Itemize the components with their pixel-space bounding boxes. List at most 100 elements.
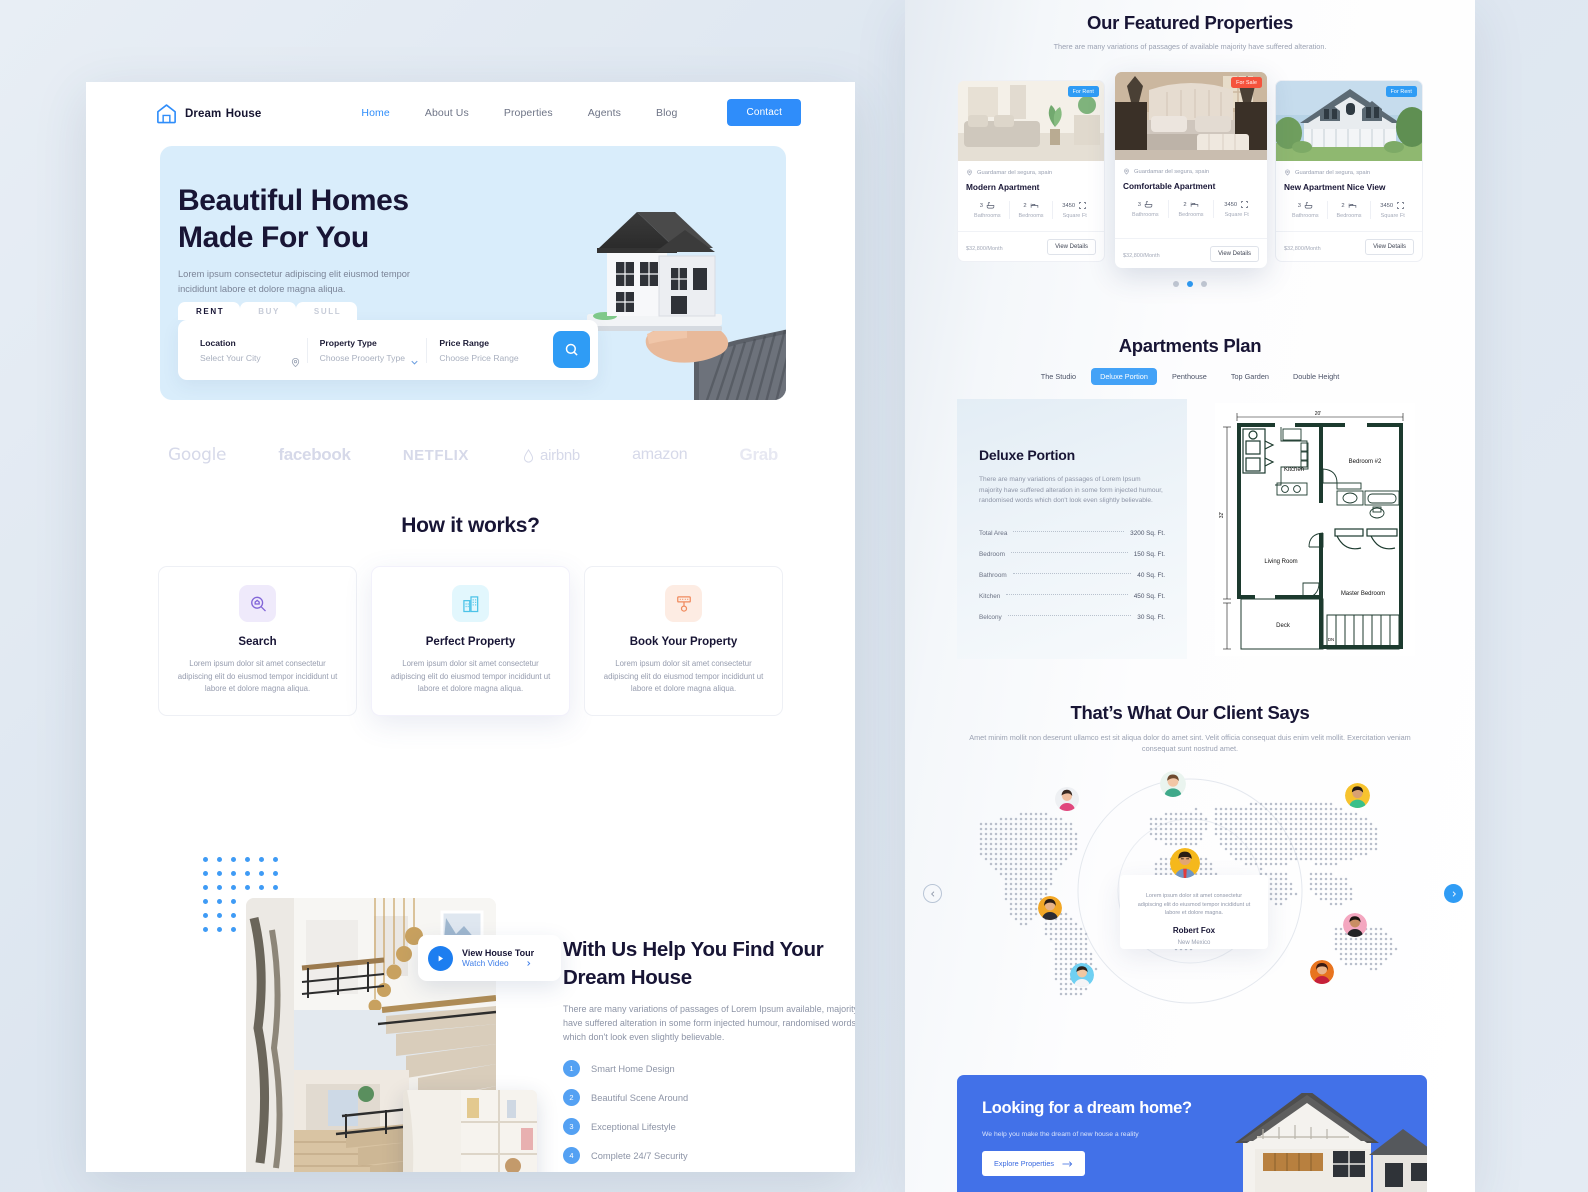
nav-item-about-us[interactable]: About Us xyxy=(425,107,469,119)
property-title: Modern Apartment xyxy=(966,182,1040,192)
find-dream-feature-list: 1 Smart Home Design 2 Beautiful Scene Ar… xyxy=(563,1054,855,1170)
testimonial-title: That’s What Our Client Says xyxy=(1070,702,1310,723)
property-type-field[interactable]: Property Type Choose Prooerty Type xyxy=(306,337,427,365)
search-tab-rent[interactable]: RENT xyxy=(178,302,241,320)
property-card-comfortable-apartment[interactable]: For Sale Guardamar del segura, spain Com… xyxy=(1115,72,1267,268)
grid-dot xyxy=(231,871,236,876)
grid-dot xyxy=(231,927,236,932)
nav-item-agents[interactable]: Agents xyxy=(588,107,621,119)
feature-number: 1 xyxy=(563,1060,580,1077)
nav-item-properties[interactable]: Properties xyxy=(504,107,553,119)
carousel-dot-2[interactable] xyxy=(1187,281,1193,287)
arrow-right-icon xyxy=(1062,1160,1073,1167)
grid-dot xyxy=(245,857,250,862)
avatar-client-5[interactable] xyxy=(1343,913,1367,937)
feature-item-smart-home-design: 1 Smart Home Design xyxy=(563,1054,855,1083)
grid-dot xyxy=(245,885,250,890)
chevron-down-icon[interactable] xyxy=(409,357,420,368)
view-house-tour-card[interactable]: View House Tour Watch Video xyxy=(418,935,561,981)
couple-with-house-model-image xyxy=(403,1090,537,1172)
map-pin-icon xyxy=(1285,169,1290,176)
plan-row-bedroom: Bedroom 150 Sq. Ft. xyxy=(979,550,1165,558)
view-details-button[interactable]: View Details xyxy=(1365,238,1414,255)
featured-subtitle: There are many variations of passages of… xyxy=(1053,42,1327,51)
testimonial-next-button[interactable] xyxy=(1444,884,1463,903)
how-card-perfect-property[interactable]: Perfect Property Lorem ipsum dolor sit a… xyxy=(371,566,570,716)
price-range-label: Price Range xyxy=(439,337,490,348)
grid-dot xyxy=(231,885,236,890)
location-field[interactable]: Location Select Your City xyxy=(188,338,307,367)
brand-grab: Grab xyxy=(739,445,779,464)
plan-tab-penthouse[interactable]: Penthouse xyxy=(1163,368,1216,385)
grid-dot xyxy=(203,885,208,890)
brand-airbnb: airbnb xyxy=(521,447,580,464)
area-icon xyxy=(1397,202,1404,209)
property-title: Comfortable Apartment xyxy=(1123,181,1216,191)
grid-dot xyxy=(217,857,222,862)
property-badge: For Sale xyxy=(1231,77,1262,88)
explore-properties-button[interactable]: Explore Properties xyxy=(982,1151,1086,1176)
explore-properties-label: Explore Properties xyxy=(994,1159,1055,1168)
floorplan-dim-top: 20' xyxy=(1315,411,1322,417)
grid-dot xyxy=(273,871,278,876)
spec-bathrooms: 3 Bathrooms xyxy=(1132,201,1159,218)
how-card-text: Lorem ipsum dolor sit amet consectetur a… xyxy=(177,659,338,693)
feature-number: 2 xyxy=(563,1089,580,1106)
grid-dot xyxy=(203,927,208,932)
property-location-label: Guardamar del segura, spain xyxy=(1295,169,1371,176)
property-type-label: Property Type xyxy=(319,337,377,348)
plan-row-kitchen: Kitchen 450 Sq. Ft. xyxy=(979,592,1165,600)
plan-tab-double-height[interactable]: Double Height xyxy=(1284,368,1348,385)
bed-icon xyxy=(1190,202,1198,207)
plan-tab-the-studio[interactable]: The Studio xyxy=(1032,368,1085,385)
carousel-dot-3[interactable] xyxy=(1201,281,1207,287)
plan-tab-deluxe-portion[interactable]: Deluxe Portion xyxy=(1091,368,1157,385)
property-card-new-apartment-nice-view[interactable]: For Rent Guardamar del segura, spain New… xyxy=(1275,80,1423,262)
feature-item-beautiful-scene-around: 2 Beautiful Scene Around xyxy=(563,1083,855,1112)
plan-panel-title: Deluxe Portion xyxy=(979,447,1075,463)
avatar-client-3[interactable] xyxy=(1345,783,1370,808)
nav-item-home[interactable]: Home xyxy=(361,107,389,119)
how-card-title: Book Your Property xyxy=(629,636,738,648)
how-it-works-title: How it works? xyxy=(401,514,540,537)
property-card-modern-apartment[interactable]: For Rent Guardamar del segura, spain Mod… xyxy=(957,80,1105,262)
avatar-client-6[interactable] xyxy=(1070,963,1094,987)
brand-amazon: amazon xyxy=(632,446,688,463)
hero-title: Beautiful Homes Made For You xyxy=(178,184,409,254)
how-card-title: Perfect Property xyxy=(425,636,516,648)
avatar-client-7[interactable] xyxy=(1310,960,1334,984)
avatar-client-1[interactable] xyxy=(1055,787,1079,811)
testimonial-prev-button[interactable] xyxy=(923,884,942,903)
plan-tabs: The Studio Deluxe Portion Penthouse Top … xyxy=(905,368,1475,385)
how-card-text: Lorem ipsum dolor sit amet consectetur a… xyxy=(390,659,551,693)
avatar-client-2[interactable] xyxy=(1160,771,1186,797)
plan-tab-top-garden[interactable]: Top Garden xyxy=(1222,368,1278,385)
watch-video-link[interactable]: Watch Video xyxy=(462,958,534,968)
price-range-field[interactable]: Price Range Choose Price Range xyxy=(426,337,546,363)
floorplan-label-master: Master Bedroom xyxy=(1341,591,1385,597)
search-tabs: RENT BUY SULL xyxy=(178,302,358,320)
play-icon[interactable] xyxy=(428,945,453,971)
tour-card-title: View House Tour xyxy=(462,948,535,958)
floorplan-label-deck: Deck xyxy=(1276,623,1291,629)
search-icon xyxy=(565,343,578,356)
logo[interactable]: Dream House xyxy=(155,102,261,125)
how-card-book-your-property[interactable]: Book Your Property Lorem ipsum dolor sit… xyxy=(584,566,783,716)
search-tab-buy[interactable]: BUY xyxy=(240,302,296,320)
carousel-dots xyxy=(905,281,1475,287)
nav-links: Home About Us Properties Agents Blog xyxy=(361,107,677,119)
how-card-search[interactable]: Search Lorem ipsum dolor sit amet consec… xyxy=(158,566,357,716)
view-details-button[interactable]: View Details xyxy=(1047,238,1096,255)
search-home-icon xyxy=(239,585,276,622)
view-details-button[interactable]: View Details xyxy=(1210,245,1259,262)
grid-dot xyxy=(273,857,278,862)
search-tab-sull[interactable]: SULL xyxy=(295,302,358,320)
search-submit-button[interactable] xyxy=(553,331,590,368)
testimonial-header: That’s What Our Client Says Amet minim m… xyxy=(905,702,1475,754)
nav-item-blog[interactable]: Blog xyxy=(656,107,677,119)
avatar-client-4[interactable] xyxy=(1038,896,1062,920)
spec-bedrooms: 2 Bedrooms xyxy=(1008,201,1053,219)
contact-button[interactable]: Contact xyxy=(727,99,801,126)
bed-icon xyxy=(1030,203,1038,208)
carousel-dot-1[interactable] xyxy=(1173,281,1179,287)
